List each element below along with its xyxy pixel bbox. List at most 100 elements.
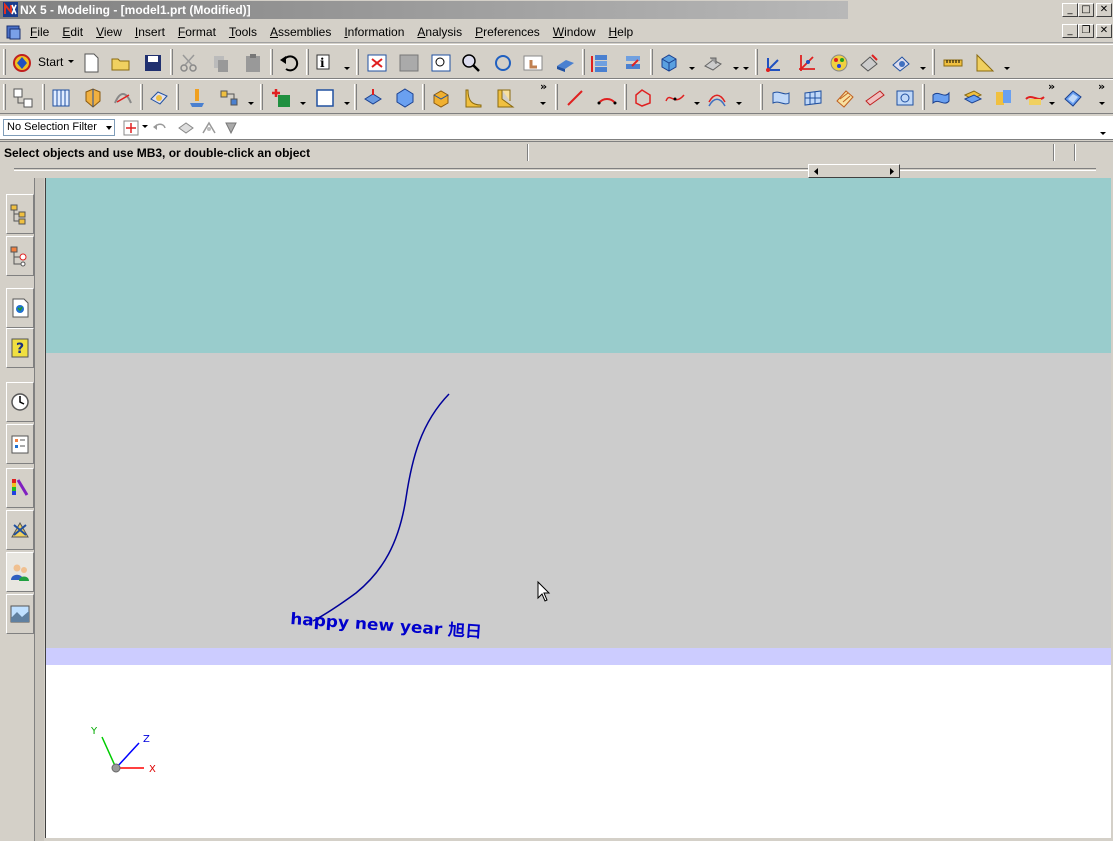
nx-app-icon[interactable] [3,2,18,17]
menu-edit[interactable]: Edit [62,25,83,39]
fit-view-icon[interactable] [364,50,390,76]
block-icon[interactable] [428,85,454,111]
start-button-icon[interactable] [9,50,35,76]
assemblies-app-icon[interactable] [146,85,172,111]
sketch-dropdown[interactable] [300,102,306,106]
information-dropdown[interactable] [344,67,350,71]
wcs-origin-icon[interactable] [794,50,820,76]
menu-assemblies[interactable]: Assemblies [270,25,331,39]
assembly-navigator-tab[interactable] [6,194,34,234]
reuse-library-tab[interactable] [6,424,34,464]
doc-close-button[interactable]: ✕ [1096,24,1112,38]
graphics-window[interactable]: happy new year 旭日 Y Z X [45,178,1111,838]
arc-icon[interactable] [594,85,620,111]
routing-icon[interactable] [216,85,242,111]
spline-icon[interactable] [662,85,688,111]
extrude-icon[interactable] [360,85,386,111]
close-button[interactable]: ✕ [1096,3,1112,17]
type-filter-select[interactable]: No Selection Filter [3,119,115,136]
offset-curve-dropdown[interactable] [736,102,742,106]
offset-surface-icon[interactable] [928,85,954,111]
horizontal-scroll-widget[interactable] [808,164,900,178]
document-icon[interactable] [6,24,22,40]
help-tab[interactable]: ? [6,328,34,368]
selection-scope-icon[interactable] [200,120,218,136]
datum-dropdown[interactable] [344,102,350,106]
spline-dropdown[interactable] [694,102,700,106]
chamfer-icon[interactable] [492,85,518,111]
snap-point-dropdown[interactable] [142,125,148,129]
undo-selection-icon[interactable] [152,120,168,136]
system-visualization-tab[interactable] [6,594,34,634]
copy-icon[interactable] [208,50,234,76]
zoom-window-icon[interactable] [396,50,422,76]
minimize-button[interactable]: _ [1062,3,1078,17]
feature-selection-icon[interactable] [222,120,240,136]
row2-options-3[interactable] [1099,102,1105,106]
zoom-in-out-icon[interactable] [458,50,484,76]
maximize-button[interactable]: □ [1078,3,1094,17]
start-button-label[interactable]: Start [38,55,63,69]
roles-tab[interactable] [6,552,34,592]
quickpick-icon[interactable] [177,120,195,136]
doc-minimize-button[interactable]: _ [1062,24,1078,38]
application-dropdown[interactable] [248,102,254,106]
color-palette-icon[interactable] [826,50,852,76]
view-orientation-dropdown[interactable] [733,67,739,71]
menu-tools[interactable]: Tools [229,25,257,39]
selection-bar-options[interactable] [1100,132,1106,136]
palette-tab[interactable] [6,468,34,508]
part-navigator-tab[interactable] [6,236,34,276]
render-style-dropdown[interactable] [689,67,695,71]
undo-icon[interactable] [276,50,302,76]
menu-information[interactable]: Information [344,25,404,39]
paste-icon[interactable] [240,50,266,76]
start-dropdown-arrow[interactable] [68,60,74,64]
menu-help[interactable]: Help [608,25,633,39]
line-icon[interactable] [562,85,588,111]
zoom-box-icon[interactable] [428,50,454,76]
scroll-right-icon[interactable] [887,167,897,176]
revolve-icon[interactable] [392,85,418,111]
swept-icon[interactable] [832,85,858,111]
row2-more-1[interactable]: » [540,80,547,93]
sew-icon[interactable] [990,85,1016,111]
row2-more-2[interactable]: » [1048,80,1055,93]
shaded-view-icon[interactable] [552,50,578,76]
new-file-icon[interactable] [78,50,104,76]
sheet-metal-icon[interactable] [110,85,136,111]
menu-view[interactable]: View [96,25,122,39]
ruled-icon[interactable] [862,85,888,111]
scroll-left-icon[interactable] [811,167,821,176]
row2-more-3[interactable]: » [1098,80,1105,93]
move-to-layer-icon[interactable] [620,50,646,76]
datum-plane-icon[interactable] [312,85,338,111]
menu-window[interactable]: Window [553,25,596,39]
basic-curves-icon[interactable] [630,85,656,111]
open-folder-icon[interactable] [108,50,134,76]
doc-restore-button[interactable]: ❐ [1078,24,1094,38]
show-hide-icon[interactable] [888,50,914,76]
drafting-icon[interactable] [48,85,74,111]
toolbar-row1-options[interactable] [743,67,749,71]
shape-studio-icon[interactable] [80,85,106,111]
history-tab[interactable] [6,382,34,422]
offset-curve-icon[interactable] [704,85,730,111]
show-hide-dropdown[interactable] [920,67,926,71]
render-style-icon[interactable] [656,50,682,76]
menu-format[interactable]: Format [178,25,216,39]
menu-file[interactable]: File [30,25,49,39]
object-display-icon[interactable] [856,50,882,76]
manufacturing-icon[interactable] [184,85,210,111]
pan-icon[interactable] [520,50,546,76]
layout-icon[interactable] [10,85,36,111]
through-curves-icon[interactable] [768,85,794,111]
web-browser-tab[interactable] [6,288,34,328]
through-curve-mesh-icon[interactable] [800,85,826,111]
save-icon[interactable] [140,50,166,76]
wcs-icon[interactable] [762,50,788,76]
menu-analysis[interactable]: Analysis [417,25,462,39]
layer-settings-icon[interactable] [588,50,614,76]
trim-body-icon[interactable] [1022,85,1048,111]
measure-angle-icon[interactable] [972,50,998,76]
